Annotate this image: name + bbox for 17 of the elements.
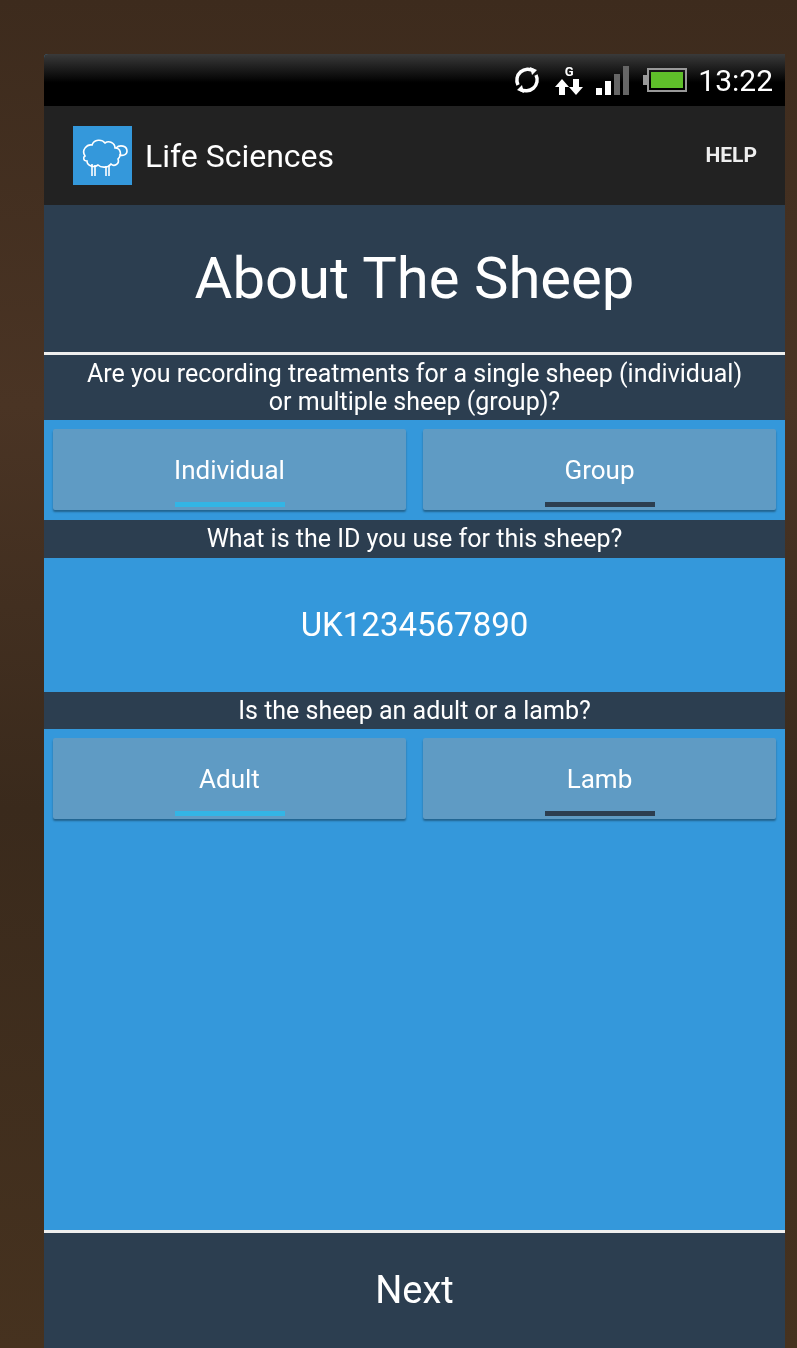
id-field[interactable]: UK1234567890: [44, 599, 785, 650]
choice-button[interactable]: Individual: [53, 429, 406, 510]
battery-icon: [642, 67, 689, 93]
page-title: About The Sheep: [194, 243, 635, 314]
next-button[interactable]: Next: [44, 1230, 785, 1348]
question-text: Is the sheep an adult or a lamb?: [238, 695, 591, 725]
question-text: What is the ID you use for this sheep?: [206, 524, 623, 553]
choice-button[interactable]: Adult: [53, 738, 406, 819]
sheep-icon: [73, 126, 132, 185]
status-time: 13:22: [698, 61, 773, 100]
network-type-label: G: [564, 64, 574, 78]
help-button[interactable]: HELP: [705, 139, 757, 172]
app-title: Life Sciences: [145, 135, 336, 177]
choice-button[interactable]: Group: [423, 429, 776, 510]
choice-button[interactable]: Lamb: [423, 738, 776, 819]
data-transfer-icon: [554, 77, 585, 96]
question-text: Are you recording treatments for a single sheep (individual) or multiple sheep (group)?: [86, 359, 743, 416]
